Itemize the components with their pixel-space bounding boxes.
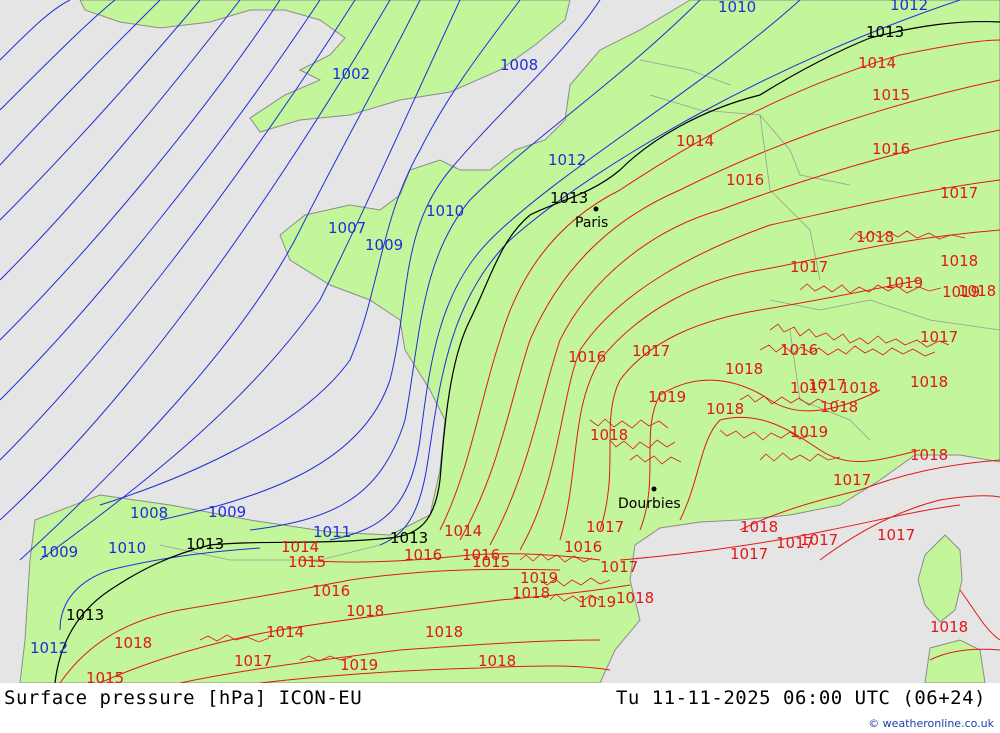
isobar-label-1019: 1019 [885,274,923,292]
isobar-label-1007: 1007 [328,219,366,237]
isobar-label-1013: 1013 [186,535,224,553]
isobar-label-1018: 1018 [820,398,858,416]
isobar-label-1016: 1016 [404,546,442,564]
isobar-label-1018: 1018 [740,518,778,536]
isobar-label-1014: 1014 [281,538,319,556]
isobar-label-1017: 1017 [808,376,846,394]
isobar-label-1019: 1019 [578,593,616,611]
isobar-label-1018: 1018 [958,282,996,300]
isobar-label-1018: 1018 [725,360,763,378]
isobar-label-1017: 1017 [833,471,871,489]
isobar-label-1012: 1012 [548,151,586,169]
isobar-label-1018: 1018 [346,602,384,620]
isobar-label-1012: 1012 [890,0,928,14]
footer-bar: Surface pressure [hPa] ICON-EU Tu 11-11-… [0,683,1000,733]
isobar-label-1015: 1015 [86,669,124,683]
isobar-label-1009: 1009 [365,236,403,254]
isobar-label-1018: 1018 [910,446,948,464]
isobar-label-1018: 1018 [856,228,894,246]
isobar-label-1018: 1018 [512,584,550,602]
isobar-label-1010: 1010 [718,0,756,16]
isobar-label-1012: 1012 [30,639,68,657]
isobar-label-1002: 1002 [332,65,370,83]
isobar-label-1009: 1009 [208,503,246,521]
isobar-label-1017: 1017 [877,526,915,544]
isobar-label-1018: 1018 [930,618,968,636]
isobar-label-1017: 1017 [234,652,272,670]
isobar-label-1009: 1009 [40,543,78,561]
city-label-dourbies: Dourbies [618,496,681,512]
surface-pressure-map: Paris Dourbies 1010 1012 1013 1014 1015 1016 1… [0,0,1000,687]
city-label-paris: Paris [575,215,608,231]
isobar-label-1016: 1016 [568,348,606,366]
isobar-label-1017: 1017 [920,328,958,346]
isobar-label-1008: 1008 [130,504,168,522]
isobar-label-1019: 1019 [790,423,828,441]
isobar-label-1010: 1010 [108,539,146,557]
isobar-label-1018: 1018 [616,589,654,607]
isobar-label-1017: 1017 [586,518,624,536]
isobar-label-1017: 1017 [632,342,670,360]
isobar-label-1017: 1017 [940,184,978,202]
isobar-label-1014: 1014 [858,54,896,72]
isobar-label-1018: 1018 [590,426,628,444]
isobar-label-1013: 1013 [390,529,428,547]
isobar-label-1019: 1019 [648,388,686,406]
isobar-label-1016: 1016 [780,341,818,359]
valid-time: Tu 11-11-2025 06:00 UTC (06+24) [615,687,986,709]
map-title: Surface pressure [hPa] ICON-EU [4,687,363,709]
isobar-label-1013: 1013 [66,606,104,624]
isobar-label-1015: 1015 [872,86,910,104]
isobar-label-1018: 1018 [940,252,978,270]
isobar-label-1010: 1010 [426,202,464,220]
credit-link[interactable]: © weatheronline.co.uk [868,717,994,730]
isobar-label-1016: 1016 [312,582,350,600]
isobar-label-1016: 1016 [564,538,602,556]
isobar-label-1016: 1016 [872,140,910,158]
isobar-label-1017: 1017 [800,531,838,549]
isobar-label-1013: 1013 [550,189,588,207]
isobar-label-1017: 1017 [600,558,638,576]
isobar-label-1017: 1017 [790,258,828,276]
isobar-label-1018: 1018 [114,634,152,652]
isobar-label-1016: 1016 [726,171,764,189]
isobar-label-1014: 1014 [444,522,482,540]
isobar-label-1018: 1018 [910,373,948,391]
isobar-label-1013: 1013 [866,23,904,41]
isobar-label-1017: 1017 [730,545,768,563]
isobar-label-1019: 1019 [340,656,378,674]
isobar-label-1018: 1018 [706,400,744,418]
isobar-label-1014: 1014 [676,132,714,150]
isobar-label-1018: 1018 [425,623,463,641]
isobar-label-1014: 1014 [266,623,304,641]
isobar-label-1018: 1018 [478,652,516,670]
isobar-label-1008: 1008 [500,56,538,74]
isobar-label-1015: 1015 [472,553,510,571]
